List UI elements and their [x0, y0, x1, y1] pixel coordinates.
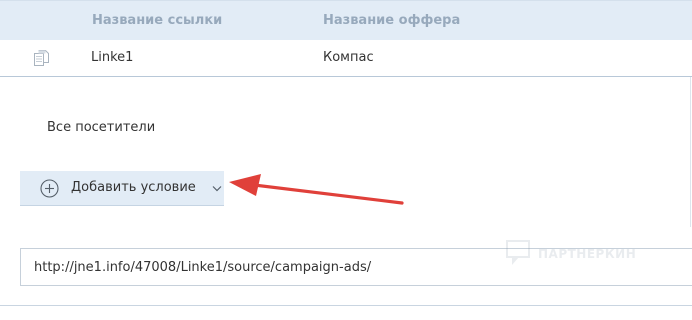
panel-border	[690, 77, 691, 227]
link-name-cell: Linke1	[91, 50, 134, 65]
watermark-text: ПАРТНЕРКИН	[538, 247, 637, 261]
watermark-icon	[506, 240, 530, 265]
bottom-divider	[0, 305, 692, 306]
column-header-link-name[interactable]: Название ссылки	[92, 13, 222, 28]
table-header: Название ссылки Название оффера	[0, 0, 692, 40]
add-condition-button[interactable]: Добавить условие	[20, 171, 224, 206]
column-header-offer-name[interactable]: Название оффера	[323, 13, 460, 28]
chevron-down-icon	[212, 186, 222, 192]
watermark-logo: ПАРТНЕРКИН	[506, 240, 646, 268]
offer-name-cell: Компас	[323, 50, 374, 65]
plus-circle-icon	[40, 179, 59, 198]
add-condition-label: Добавить условие	[71, 180, 196, 195]
audience-label: Все посетители	[47, 120, 156, 135]
table-row[interactable]: Linke1 Компас	[0, 40, 692, 77]
copy-icon[interactable]	[33, 50, 49, 67]
red-arrow-icon	[229, 174, 404, 205]
